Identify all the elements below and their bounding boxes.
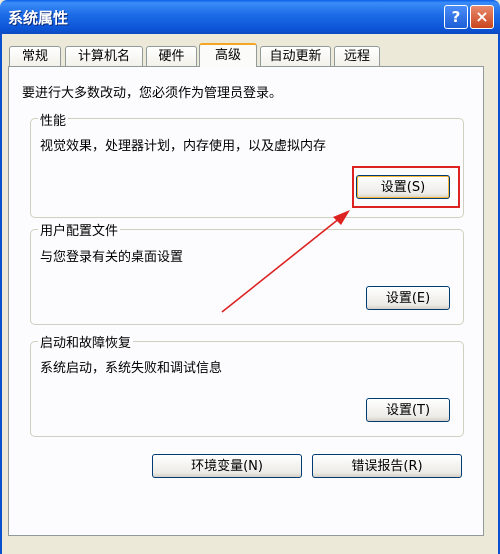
tab-computer-name[interactable]: 计算机名: [65, 46, 143, 66]
startup-recovery-group: [30, 341, 464, 437]
startup-recovery-settings-button[interactable]: 设置(T): [366, 398, 450, 422]
environment-variables-button[interactable]: 环境变量(N): [152, 454, 302, 478]
title-bar[interactable]: 系统属性 ? ×: [0, 0, 500, 34]
tab-general[interactable]: 常规: [9, 46, 61, 66]
close-button[interactable]: ×: [470, 5, 494, 29]
performance-description: 视觉效果，处理器计划，内存使用，以及虚拟内存: [40, 139, 327, 154]
error-reporting-button[interactable]: 错误报告(R): [312, 454, 462, 478]
user-profiles-group: [30, 229, 464, 325]
tab-advanced[interactable]: 高级: [199, 43, 257, 67]
annotation-highlight-box: [352, 166, 460, 208]
startup-recovery-title: 启动和故障恢复: [38, 332, 134, 351]
help-button[interactable]: ?: [444, 5, 468, 29]
admin-notice: 要进行大多数改动，您必须作为管理员登录。: [22, 86, 283, 101]
startup-recovery-description: 系统启动，系统失败和调试信息: [40, 361, 223, 376]
user-profiles-title: 用户配置文件: [38, 220, 121, 239]
tab-hardware[interactable]: 硬件: [146, 46, 197, 66]
window-title: 系统属性: [8, 9, 69, 27]
performance-title: 性能: [38, 110, 69, 129]
tab-remote[interactable]: 远程: [334, 46, 380, 66]
user-profiles-description: 与您登录有关的桌面设置: [40, 250, 184, 265]
user-profiles-settings-button[interactable]: 设置(E): [366, 286, 450, 310]
tab-automatic-updates[interactable]: 自动更新: [260, 46, 331, 66]
